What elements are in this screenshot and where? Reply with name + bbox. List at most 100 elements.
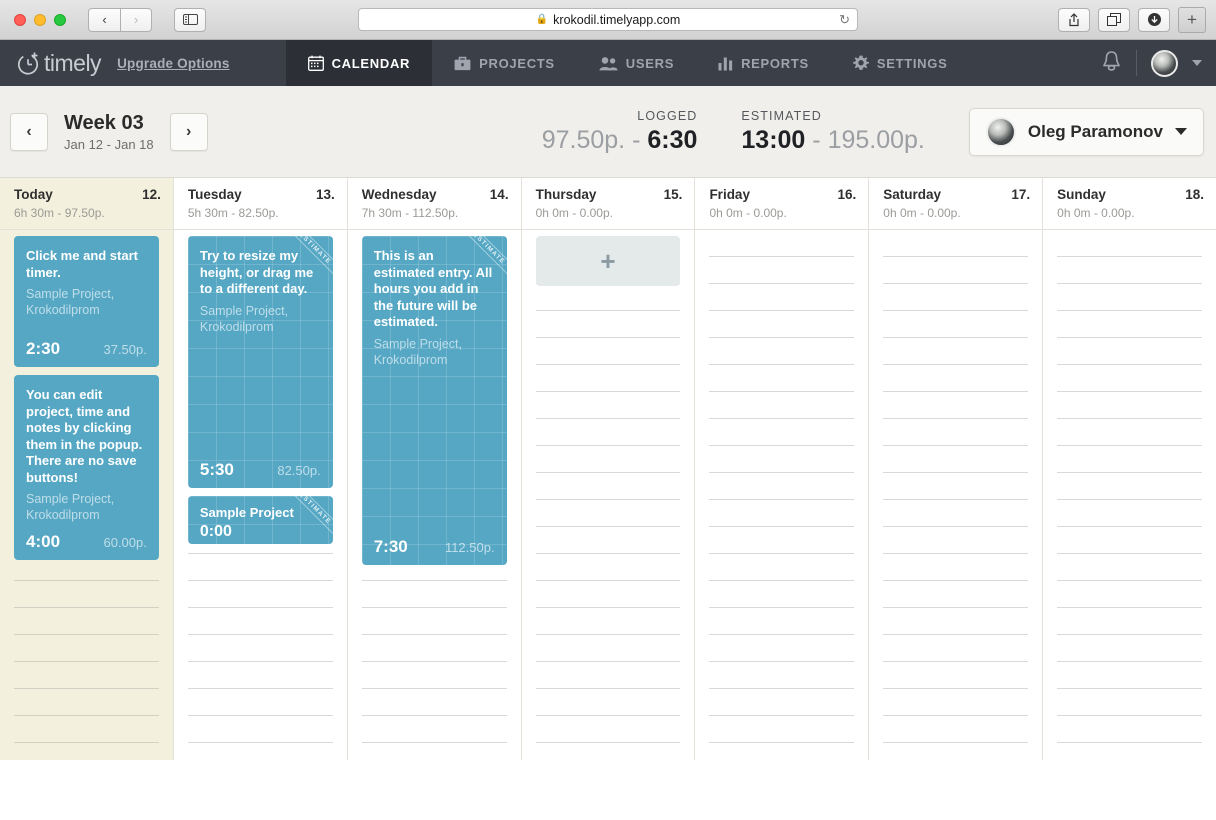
- day-body[interactable]: ESTIMATE Try to resize my height, or drag…: [173, 230, 347, 760]
- window-traffic-lights: [10, 13, 66, 26]
- day-name: Wednesday: [361, 187, 437, 202]
- calendar-entry[interactable]: Click me and start timer. Sample Project,…: [14, 236, 159, 367]
- browser-toolbar-right: +: [1058, 6, 1206, 33]
- close-window-button[interactable]: [14, 13, 26, 26]
- day-summary: 0h 0m - 0.00p.: [1057, 206, 1135, 220]
- tab-settings[interactable]: SETTINGS: [831, 40, 970, 86]
- calendar-entry[interactable]: You can edit project, time and notes by …: [14, 375, 159, 560]
- day-header: Wednesday 14. 7h 30m - 112.50p.: [347, 178, 521, 230]
- entry-note: Click me and start timer.: [26, 248, 138, 280]
- entry-duration: 5:30: [199, 460, 234, 479]
- estimated-separator: -: [805, 125, 828, 154]
- day-number: 18.: [1185, 187, 1205, 202]
- calendar-entry[interactable]: ESTIMATE Try to resize my height, or drag…: [188, 236, 333, 488]
- sidebar-toggle-icon[interactable]: [174, 7, 206, 32]
- back-button[interactable]: ‹: [88, 7, 120, 32]
- new-tab-button[interactable]: +: [1178, 6, 1206, 33]
- entry-project: Sample Project, Krokodilprom: [199, 303, 289, 334]
- notification-bell-icon[interactable]: [1101, 50, 1122, 77]
- entry-footer: 7:30 112.50p.: [374, 537, 495, 557]
- reload-icon[interactable]: ↻: [839, 12, 850, 28]
- url-text: krokodil.timelyapp.com: [553, 12, 681, 27]
- entry-note: You can edit project, time and notes by …: [26, 387, 143, 485]
- entry-amount: 37.50p.: [103, 342, 147, 357]
- brand-name: timely: [44, 49, 102, 76]
- calendar-entry[interactable]: ESTIMATE This is an estimated entry. All …: [362, 236, 507, 565]
- week-date-range: Jan 12 - Jan 18: [64, 136, 154, 152]
- upgrade-options-link[interactable]: Upgrade Options: [117, 56, 230, 71]
- main-tabs: CALENDAR PROJECTS USERS REPORTS SETTINGS: [285, 40, 970, 86]
- calendar-entry[interactable]: ESTIMATE Sample Project 0:00: [188, 496, 333, 544]
- calendar-icon: [307, 55, 324, 71]
- day-number: 13.: [315, 187, 335, 202]
- entry-project: Sample Project, Krokodilprom: [373, 336, 462, 367]
- user-selector[interactable]: Oleg Paramonov: [968, 107, 1204, 156]
- show-tabs-icon[interactable]: [1098, 7, 1130, 32]
- day-number: 14.: [489, 187, 509, 202]
- entry-footer: 5:30 82.50p.: [200, 460, 321, 480]
- entry-footer: 4:00 60.00p.: [26, 532, 147, 552]
- user-name: Oleg Paramonov: [1027, 121, 1163, 141]
- lock-icon: 🔒: [535, 14, 549, 25]
- entry-duration: 7:30: [373, 537, 408, 556]
- timely-logo[interactable]: timely: [16, 49, 102, 77]
- week-toolbar: ‹ Week 03 Jan 12 - Jan 18 › LOGGED 97.50…: [0, 86, 1216, 178]
- downloads-icon[interactable]: [1138, 7, 1170, 32]
- share-icon[interactable]: [1058, 7, 1090, 32]
- previous-week-button[interactable]: ‹: [10, 112, 48, 151]
- tab-projects[interactable]: PROJECTS: [432, 40, 577, 86]
- day-summary: 0h 0m - 0.00p.: [883, 206, 961, 220]
- day-number: 17.: [1011, 187, 1031, 202]
- day-name: Friday: [709, 187, 750, 202]
- app-navigation-bar: timely Upgrade Options CALENDAR PROJECTS…: [0, 40, 1216, 86]
- day-body[interactable]: [869, 230, 1043, 760]
- logged-amount: 97.50p.: [541, 125, 626, 154]
- chevron-down-icon[interactable]: [1192, 60, 1202, 66]
- day-summary: 0h 0m - 0.00p.: [535, 206, 613, 220]
- day-number: 15.: [663, 187, 683, 202]
- day-header: Tuesday 13. 5h 30m - 82.50p.: [173, 178, 347, 230]
- logged-time: 6:30: [647, 125, 698, 154]
- day-body[interactable]: [1043, 230, 1216, 760]
- day-column: Wednesday 14. 7h 30m - 112.50p. ESTIMATE Thi…: [347, 178, 522, 760]
- week-title: Week 03: [64, 111, 144, 134]
- forward-button[interactable]: ›: [120, 7, 152, 32]
- estimated-amount: 195.00p.: [827, 125, 925, 154]
- tab-calendar[interactable]: CALENDAR: [285, 40, 433, 86]
- entry-note: Try to resize my height, or drag me to a…: [199, 248, 314, 296]
- day-name: Saturday: [883, 187, 942, 202]
- tab-settings-label: SETTINGS: [876, 55, 948, 71]
- briefcase-icon: [454, 56, 471, 71]
- entry-duration: 0:00: [199, 522, 232, 540]
- maximize-window-button[interactable]: [54, 13, 66, 26]
- bar-chart-icon: [718, 56, 733, 71]
- avatar[interactable]: [1151, 49, 1178, 77]
- minimize-window-button[interactable]: [34, 13, 46, 26]
- day-summary: 6h 30m - 97.50p.: [14, 206, 105, 220]
- day-body[interactable]: ESTIMATE This is an estimated entry. All …: [347, 230, 521, 760]
- week-label: Week 03 Jan 12 - Jan 18: [64, 112, 154, 152]
- day-summary: 7h 30m - 112.50p.: [361, 206, 459, 220]
- browser-nav-buttons: ‹ ›: [88, 7, 152, 32]
- day-header: Thursday 15. 0h 0m - 0.00p.: [521, 178, 695, 230]
- tab-reports[interactable]: REPORTS: [696, 40, 831, 86]
- nav-divider: [1136, 50, 1137, 76]
- week-stats: LOGGED 97.50p. - 6:30 ESTIMATED 13:00 - …: [542, 109, 925, 155]
- day-body[interactable]: [695, 230, 869, 760]
- nav-right-area: [1101, 40, 1202, 86]
- day-column: Friday 16. 0h 0m - 0.00p.: [695, 178, 870, 760]
- day-body[interactable]: Click me and start timer. Sample Project,…: [0, 230, 173, 760]
- add-entry-button[interactable]: +: [535, 236, 681, 286]
- calendar-grid: Today 12. 6h 30m - 97.50p. Click me and sta…: [0, 178, 1216, 760]
- day-column: Sunday 18. 0h 0m - 0.00p.: [1043, 178, 1216, 760]
- day-header: Friday 16. 0h 0m - 0.00p.: [695, 178, 869, 230]
- tab-users-label: USERS: [625, 55, 675, 71]
- browser-chrome: ‹ › 🔒 krokodil.timelyapp.com ↻ +: [0, 0, 1216, 40]
- tab-users[interactable]: USERS: [577, 40, 696, 86]
- address-bar[interactable]: 🔒 krokodil.timelyapp.com ↻: [358, 8, 858, 31]
- estimated-value: 13:00 - 195.00p.: [741, 126, 925, 155]
- day-body[interactable]: +: [521, 230, 695, 760]
- estimated-time: 13:00: [741, 125, 806, 154]
- day-summary: 0h 0m - 0.00p.: [709, 206, 787, 220]
- next-week-button[interactable]: ›: [169, 112, 208, 151]
